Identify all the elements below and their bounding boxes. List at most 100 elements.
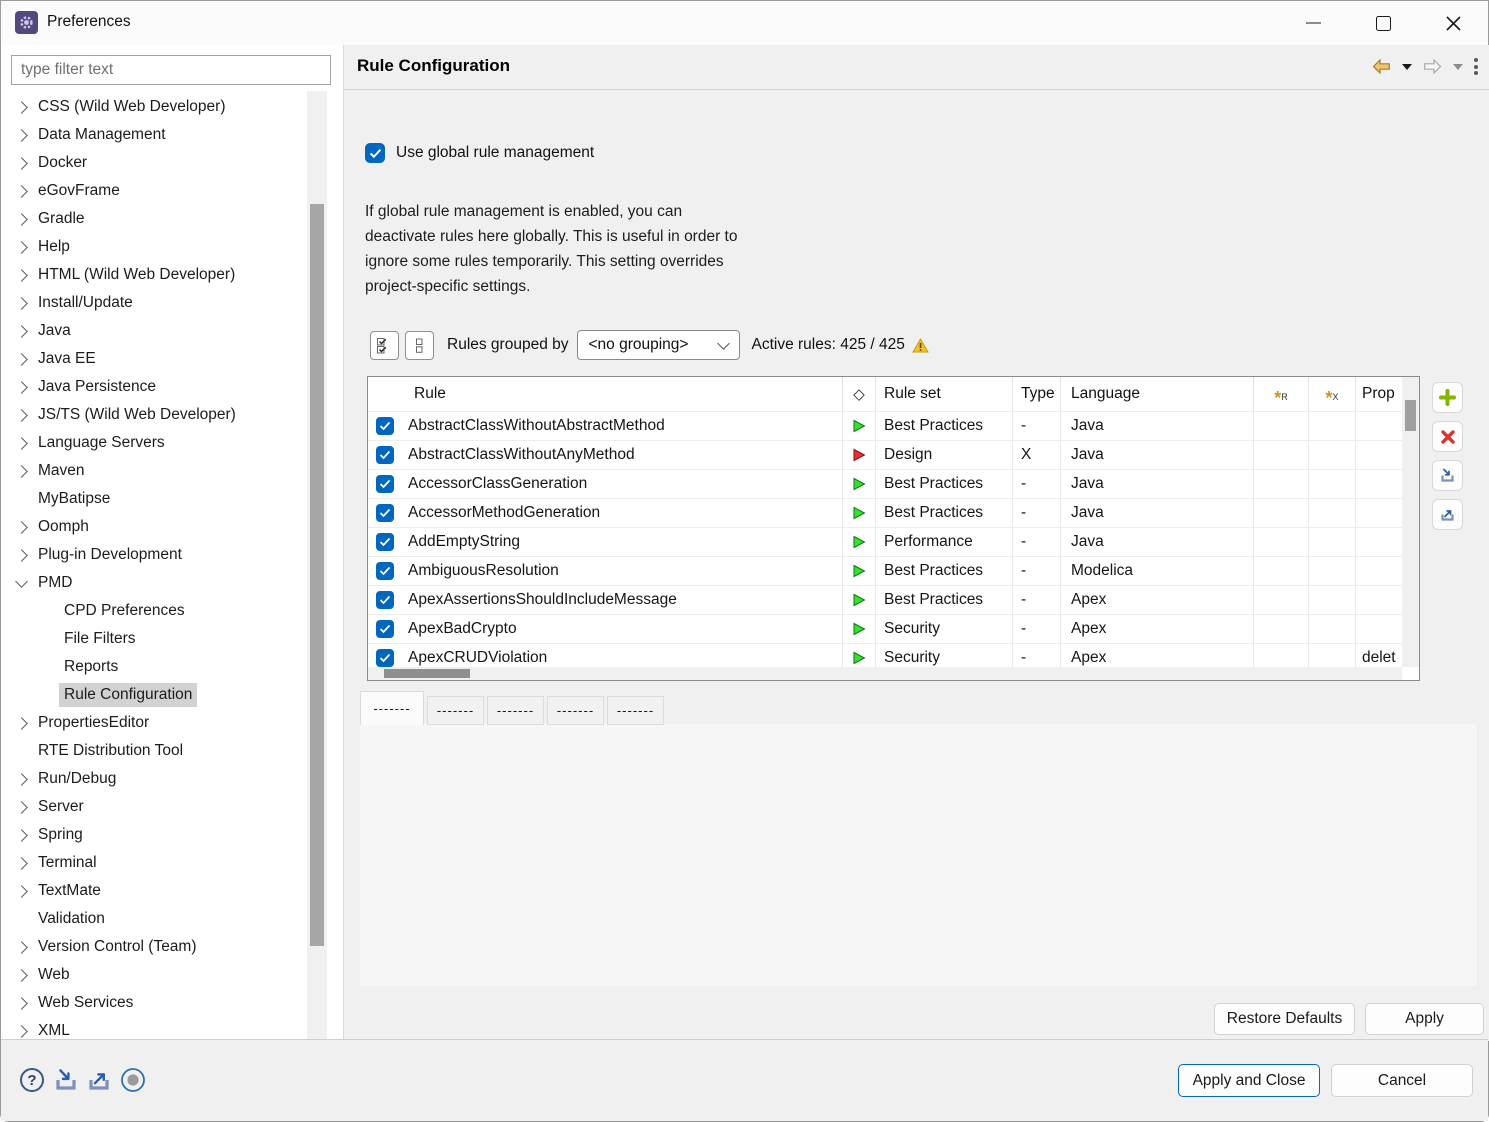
- sidebar-scrollbar-thumb[interactable]: [310, 204, 324, 946]
- table-row[interactable]: ApexAssertionsShouldIncludeMessageBest P…: [368, 585, 1402, 614]
- grouping-select[interactable]: <no grouping>: [577, 330, 740, 360]
- back-button[interactable]: [1372, 59, 1391, 74]
- sidebar-item-gradle[interactable]: Gradle: [1, 205, 307, 233]
- filter-input[interactable]: [11, 55, 331, 85]
- chevron-right-icon[interactable]: [15, 857, 28, 870]
- sidebar-item-install-update[interactable]: Install/Update: [1, 289, 307, 317]
- check-all-rules-button[interactable]: [370, 331, 399, 360]
- sidebar-item-plug-in-development[interactable]: Plug-in Development: [1, 541, 307, 569]
- chevron-right-icon[interactable]: [15, 325, 28, 338]
- use-global-rule-management[interactable]: Use global rule management: [365, 143, 594, 163]
- minimize-button[interactable]: [1278, 1, 1348, 45]
- table-vertical-scrollbar[interactable]: [1402, 377, 1419, 667]
- chevron-right-icon[interactable]: [15, 465, 28, 478]
- view-menu-icon[interactable]: [1474, 58, 1478, 75]
- chevron-right-icon[interactable]: [15, 157, 28, 170]
- header-rule-set[interactable]: Rule set: [876, 377, 1012, 411]
- table-row[interactable]: AccessorClassGenerationBest Practices-Ja…: [368, 469, 1402, 498]
- rule-detail-tab-2[interactable]: -------: [427, 696, 484, 725]
- help-button[interactable]: ?: [19, 1067, 45, 1098]
- chevron-right-icon[interactable]: [15, 269, 28, 282]
- sidebar-item-maven[interactable]: Maven: [1, 457, 307, 485]
- uncheck-all-rules-button[interactable]: [405, 331, 434, 360]
- apply-button[interactable]: Apply: [1365, 1003, 1484, 1035]
- table-hscroll-thumb[interactable]: [384, 669, 470, 678]
- remove-rule-button[interactable]: [1432, 421, 1463, 452]
- chevron-right-icon[interactable]: [15, 213, 28, 226]
- rule-checkbox[interactable]: [376, 591, 394, 609]
- table-row[interactable]: AbstractClassWithoutAbstractMethodBest P…: [368, 411, 1402, 440]
- chevron-right-icon[interactable]: [15, 129, 28, 142]
- sidebar-item-language-servers[interactable]: Language Servers: [1, 429, 307, 457]
- chevron-right-icon[interactable]: [15, 549, 28, 562]
- chevron-right-icon[interactable]: [15, 1025, 28, 1038]
- chevron-right-icon[interactable]: [15, 829, 28, 842]
- sidebar-item-propertieseditor[interactable]: PropertiesEditor: [1, 709, 307, 737]
- table-row[interactable]: AmbiguousResolutionBest Practices-Modeli…: [368, 556, 1402, 585]
- sidebar-item-egovframe[interactable]: eGovFrame: [1, 177, 307, 205]
- table-row[interactable]: AbstractClassWithoutAnyMethodDesignXJava: [368, 440, 1402, 469]
- sidebar-item-terminal[interactable]: Terminal: [1, 849, 307, 877]
- sidebar-item-spring[interactable]: Spring: [1, 821, 307, 849]
- cancel-button[interactable]: Cancel: [1331, 1064, 1473, 1097]
- sidebar-item-cpd-preferences[interactable]: CPD Preferences: [1, 597, 307, 625]
- chevron-right-icon[interactable]: [15, 185, 28, 198]
- back-history-dropdown-icon[interactable]: [1402, 64, 1412, 70]
- chevron-right-icon[interactable]: [15, 773, 28, 786]
- sidebar-item-mybatipse[interactable]: MyBatipse: [1, 485, 307, 513]
- sidebar-item-web[interactable]: Web: [1, 961, 307, 989]
- chevron-right-icon[interactable]: [15, 885, 28, 898]
- chevron-right-icon[interactable]: [15, 409, 28, 422]
- chevron-right-icon[interactable]: [15, 521, 28, 534]
- rule-checkbox[interactable]: [376, 620, 394, 638]
- chevron-right-icon[interactable]: [15, 297, 28, 310]
- chevron-right-icon[interactable]: [15, 997, 28, 1010]
- sidebar-item-reports[interactable]: Reports: [1, 653, 307, 681]
- table-row[interactable]: ApexCRUDViolationSecurity-Apexdelet: [368, 643, 1402, 667]
- sidebar-item-js-ts-wild-web-developer[interactable]: JS/TS (Wild Web Developer): [1, 401, 307, 429]
- export-rules-button[interactable]: [1432, 499, 1463, 530]
- import-rules-button[interactable]: [1432, 460, 1463, 491]
- rule-checkbox[interactable]: [376, 446, 394, 464]
- rule-detail-tab-1[interactable]: -------: [360, 691, 424, 725]
- chevron-right-icon[interactable]: [15, 241, 28, 254]
- rule-detail-tab-3[interactable]: -------: [487, 696, 544, 725]
- header-priority[interactable]: ◇: [842, 377, 876, 411]
- rule-checkbox[interactable]: [376, 504, 394, 522]
- header-xpath-icon[interactable]: *X: [1308, 377, 1355, 411]
- sidebar-item-oomph[interactable]: Oomph: [1, 513, 307, 541]
- sidebar-item-html-wild-web-developer[interactable]: HTML (Wild Web Developer): [1, 261, 307, 289]
- record-preferences-button[interactable]: [120, 1067, 146, 1098]
- chevron-down-icon[interactable]: [15, 575, 28, 588]
- sidebar-item-xml[interactable]: XML: [1, 1017, 307, 1041]
- sidebar-item-java-persistence[interactable]: Java Persistence: [1, 373, 307, 401]
- sidebar-item-rte-distribution-tool[interactable]: RTE Distribution Tool: [1, 737, 307, 765]
- chevron-right-icon[interactable]: [15, 717, 28, 730]
- table-row[interactable]: AddEmptyStringPerformance-Java: [368, 527, 1402, 556]
- rule-checkbox[interactable]: [376, 533, 394, 551]
- sidebar-item-run-debug[interactable]: Run/Debug: [1, 765, 307, 793]
- header-properties[interactable]: Prop: [1355, 377, 1402, 411]
- rule-detail-tab-5[interactable]: -------: [607, 696, 664, 725]
- sidebar-item-java[interactable]: Java: [1, 317, 307, 345]
- chevron-right-icon[interactable]: [15, 381, 28, 394]
- sidebar-item-data-management[interactable]: Data Management: [1, 121, 307, 149]
- rule-detail-tab-4[interactable]: -------: [547, 696, 604, 725]
- apply-and-close-button[interactable]: Apply and Close: [1178, 1064, 1320, 1097]
- sidebar-item-textmate[interactable]: TextMate: [1, 877, 307, 905]
- sidebar-item-version-control-team[interactable]: Version Control (Team): [1, 933, 307, 961]
- header-rule-reference-icon[interactable]: *R: [1253, 377, 1308, 411]
- rule-checkbox[interactable]: [376, 475, 394, 493]
- forward-button[interactable]: [1423, 59, 1442, 74]
- rule-checkbox[interactable]: [376, 562, 394, 580]
- sidebar-item-server[interactable]: Server: [1, 793, 307, 821]
- sidebar-item-pmd[interactable]: PMD: [1, 569, 307, 597]
- table-vscroll-thumb[interactable]: [1405, 400, 1416, 431]
- table-row[interactable]: AccessorMethodGenerationBest Practices-J…: [368, 498, 1402, 527]
- sidebar-item-java-ee[interactable]: Java EE: [1, 345, 307, 373]
- header-language[interactable]: Language: [1060, 377, 1253, 411]
- sidebar-scrollbar[interactable]: [307, 91, 327, 1041]
- rule-checkbox[interactable]: [376, 417, 394, 435]
- import-preferences-button[interactable]: [54, 1068, 78, 1097]
- close-button[interactable]: [1418, 1, 1488, 45]
